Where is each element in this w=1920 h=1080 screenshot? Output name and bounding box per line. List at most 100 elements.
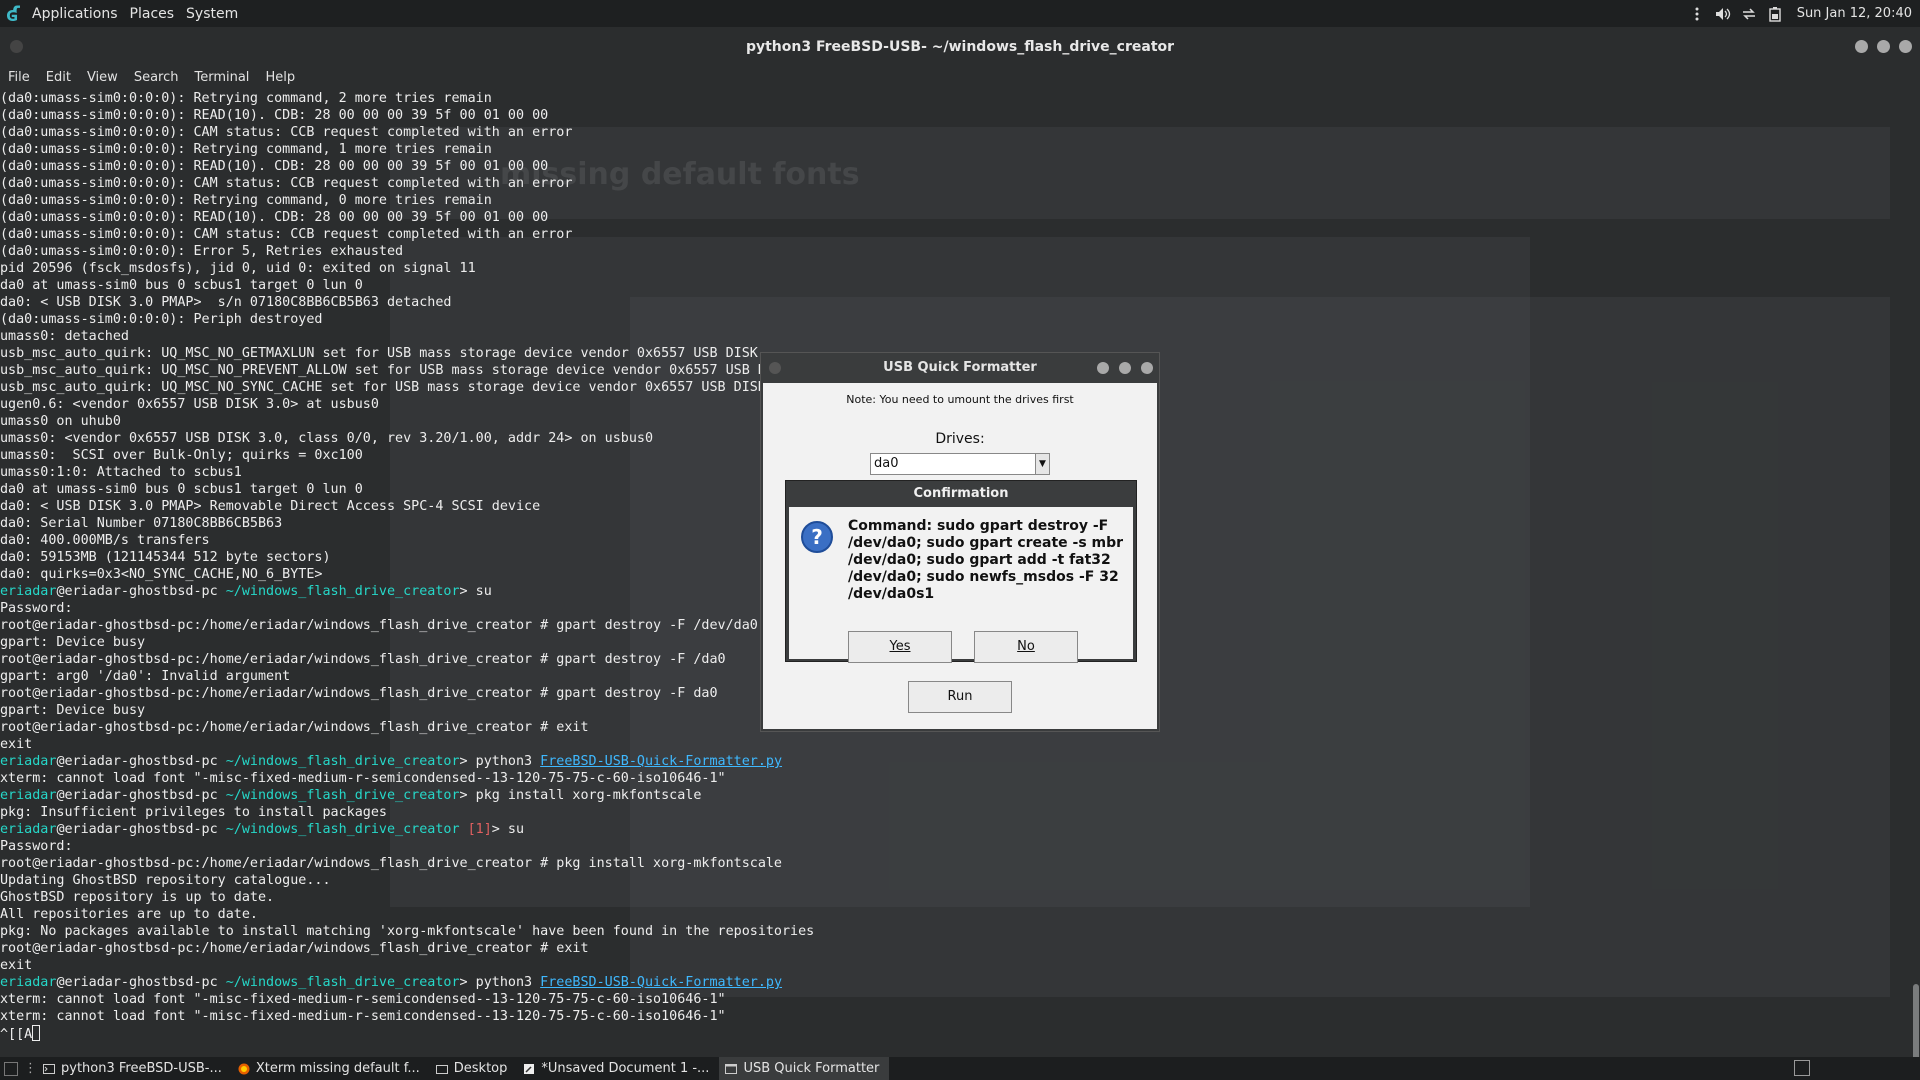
script-file-link[interactable]: FreeBSD-USB-Quick-Formatter.py: [540, 754, 782, 769]
minimize-icon[interactable]: [1097, 362, 1109, 374]
terminal-line: (da0:umass-sim0:0:0:0): READ(10). CDB: 2…: [0, 107, 1910, 124]
terminal-line: (da0:umass-sim0:0:0:0): Periph destroyed: [0, 311, 1910, 328]
window-menu-icon[interactable]: [769, 362, 781, 374]
terminal-text: exit: [0, 958, 33, 973]
prompt-path: ~/windows_flash_drive_creator: [217, 975, 460, 990]
terminal-line: (da0:umass-sim0:0:0:0): Error 5, Retries…: [0, 243, 1910, 260]
volume-icon[interactable]: [1715, 6, 1731, 22]
taskbar-item[interactable]: Xterm missing default f...: [232, 1057, 430, 1080]
ghostbsd-logo-icon[interactable]: ʛ: [2, 3, 24, 25]
taskbar-item[interactable]: Desktop: [430, 1057, 518, 1080]
terminal-text: ugen0.6: <vendor 0x6557 USB DISK 3.0> at…: [0, 397, 379, 412]
terminal-line: (da0:umass-sim0:0:0:0): Retrying command…: [0, 192, 1910, 209]
terminal-text: (da0:umass-sim0:0:0:0): READ(10). CDB: 2…: [0, 210, 549, 225]
prompt-path: ~/windows_flash_drive_creator: [217, 788, 460, 803]
menu-applications[interactable]: Applications: [32, 6, 118, 22]
script-file-link[interactable]: FreeBSD-USB-Quick-Formatter.py: [540, 975, 782, 990]
terminal-text: (da0:umass-sim0:0:0:0): Retrying command…: [0, 193, 492, 208]
terminal-line: pkg: No packages available to install ma…: [0, 923, 1910, 940]
terminal-line: exit: [0, 736, 1910, 753]
confirmation-title[interactable]: Confirmation: [786, 481, 1136, 507]
confirmation-message: Command: sudo gpart destroy -F /dev/da0;…: [848, 518, 1124, 602]
usb-formatter-title: USB Quick Formatter: [883, 360, 1037, 375]
prompt-user: eriadar: [0, 822, 57, 837]
minimize-icon[interactable]: [1855, 40, 1868, 53]
terminal-line: (da0:umass-sim0:0:0:0): CAM status: CCB …: [0, 175, 1910, 192]
terminal-text: umass0: SCSI over Bulk-Only; quirks = 0x…: [0, 448, 363, 463]
terminal-text: root@eriadar-ghostbsd-pc:/home/eriadar/w…: [0, 720, 589, 735]
top-panel: ʛ Applications Places System Sun Jan 12,…: [0, 0, 1920, 27]
terminal-scrollbar[interactable]: [1912, 117, 1920, 1080]
terminal-line: All repositories are up to date.: [0, 906, 1910, 923]
terminal-text: usb_msc_auto_quirk: UQ_MSC_NO_PREVENT_AL…: [0, 363, 766, 378]
no-button[interactable]: No: [974, 631, 1078, 663]
terminal-text: (da0:umass-sim0:0:0:0): READ(10). CDB: 2…: [0, 159, 549, 174]
menu-edit[interactable]: Edit: [46, 70, 71, 85]
terminal-text: da0 at umass-sim0 bus 0 scbus1 target 0 …: [0, 482, 363, 497]
menu-places[interactable]: Places: [130, 6, 175, 22]
prompt-host: @eriadar-ghostbsd-pc: [56, 822, 218, 837]
usb-formatter-titlebar[interactable]: USB Quick Formatter: [761, 353, 1159, 383]
terminal-text: usb_msc_auto_quirk: UQ_MSC_NO_GETMAXLUN …: [0, 346, 758, 361]
run-button[interactable]: Run: [908, 681, 1012, 713]
taskbar-item-label: python3 FreeBSD-USB-...: [61, 1061, 222, 1076]
prompt-user: eriadar: [0, 584, 57, 599]
drives-selected-value: da0: [874, 456, 899, 471]
terminal-text: (da0:umass-sim0:0:0:0): Error 5, Retries…: [0, 244, 404, 259]
prompt-command: > su: [459, 584, 492, 599]
terminal-text: xterm: cannot load font "-misc-fixed-med…: [0, 1009, 726, 1024]
taskbar-item[interactable]: python3 FreeBSD-USB-...: [37, 1057, 232, 1080]
terminal-text: All repositories are up to date.: [0, 907, 258, 922]
firefox-icon: [238, 1063, 250, 1075]
taskbar-handle-icon[interactable]: ⋮: [24, 1061, 37, 1076]
menu-file[interactable]: File: [8, 70, 30, 85]
terminal-text: xterm: cannot load font "-misc-fixed-med…: [0, 992, 726, 1007]
chevron-down-icon[interactable]: ▼: [1035, 454, 1049, 474]
terminal-line: exit: [0, 957, 1910, 974]
terminal-line: pkg: Insufficient privileges to install …: [0, 804, 1910, 821]
terminal-text: (da0:umass-sim0:0:0:0): CAM status: CCB …: [0, 176, 573, 191]
terminal-line: da0 at umass-sim0 bus 0 scbus1 target 0 …: [0, 277, 1910, 294]
terminal-text: xterm: cannot load font "-misc-fixed-med…: [0, 771, 726, 786]
workspace-switcher-icon[interactable]: [4, 1061, 18, 1076]
terminal-line: umass0: detached: [0, 328, 1910, 345]
prompt-host: @eriadar-ghostbsd-pc: [56, 975, 218, 990]
close-icon[interactable]: [1899, 40, 1912, 53]
terminal-text: root@eriadar-ghostbsd-pc:/home/eriadar/w…: [0, 618, 758, 633]
battery-icon[interactable]: [1767, 6, 1783, 22]
window-menu-icon[interactable]: [10, 40, 23, 53]
taskbar-item[interactable]: *Unsaved Document 1 -...: [517, 1057, 719, 1080]
taskbar-item-label: Xterm missing default f...: [255, 1061, 420, 1076]
maximize-icon[interactable]: [1119, 362, 1131, 374]
taskbar: ⋮ python3 FreeBSD-USB-... Xterm missing d…: [0, 1057, 1920, 1080]
show-desktop-icon[interactable]: [1794, 1060, 1810, 1076]
menu-system[interactable]: System: [186, 6, 238, 22]
maximize-icon[interactable]: [1877, 40, 1890, 53]
close-icon[interactable]: [1141, 362, 1153, 374]
prompt-exit-code: [1]: [459, 822, 492, 837]
terminal-line: (da0:umass-sim0:0:0:0): Retrying command…: [0, 90, 1910, 107]
terminal-text: (da0:umass-sim0:0:0:0): CAM status: CCB …: [0, 227, 573, 242]
terminal-text: da0: < USB DISK 3.0 PMAP> s/n 07180C8BB6…: [0, 295, 452, 310]
menu-view[interactable]: View: [87, 70, 118, 85]
terminal-line: xterm: cannot load font "-misc-fixed-med…: [0, 770, 1910, 787]
terminal-text: (da0:umass-sim0:0:0:0): READ(10). CDB: 2…: [0, 108, 549, 123]
clock[interactable]: Sun Jan 12, 20:40: [1797, 6, 1912, 21]
text-editor-icon: [523, 1063, 535, 1075]
window-icon: [725, 1063, 738, 1075]
menu-dots-icon[interactable]: [1689, 6, 1705, 22]
terminal-line: xterm: cannot load font "-misc-fixed-med…: [0, 991, 1910, 1008]
yes-button[interactable]: Yes: [848, 631, 952, 663]
menu-search[interactable]: Search: [134, 70, 179, 85]
drives-dropdown[interactable]: da0 ▼: [870, 453, 1050, 475]
prompt-user: eriadar: [0, 754, 57, 769]
terminal-text: da0 at umass-sim0 bus 0 scbus1 target 0 …: [0, 278, 363, 293]
terminal-text: da0: Serial Number 07180C8BB6CB5B63: [0, 516, 283, 531]
menu-terminal[interactable]: Terminal: [194, 70, 249, 85]
terminal-line: (da0:umass-sim0:0:0:0): READ(10). CDB: 2…: [0, 209, 1910, 226]
terminal-titlebar[interactable]: python3 FreeBSD-USB- ~/windows_flash_dri…: [0, 27, 1920, 67]
taskbar-item[interactable]: USB Quick Formatter: [719, 1057, 890, 1080]
network-icon[interactable]: [1741, 6, 1757, 22]
taskbar-item-label: USB Quick Formatter: [743, 1061, 880, 1076]
menu-help[interactable]: Help: [265, 70, 295, 85]
